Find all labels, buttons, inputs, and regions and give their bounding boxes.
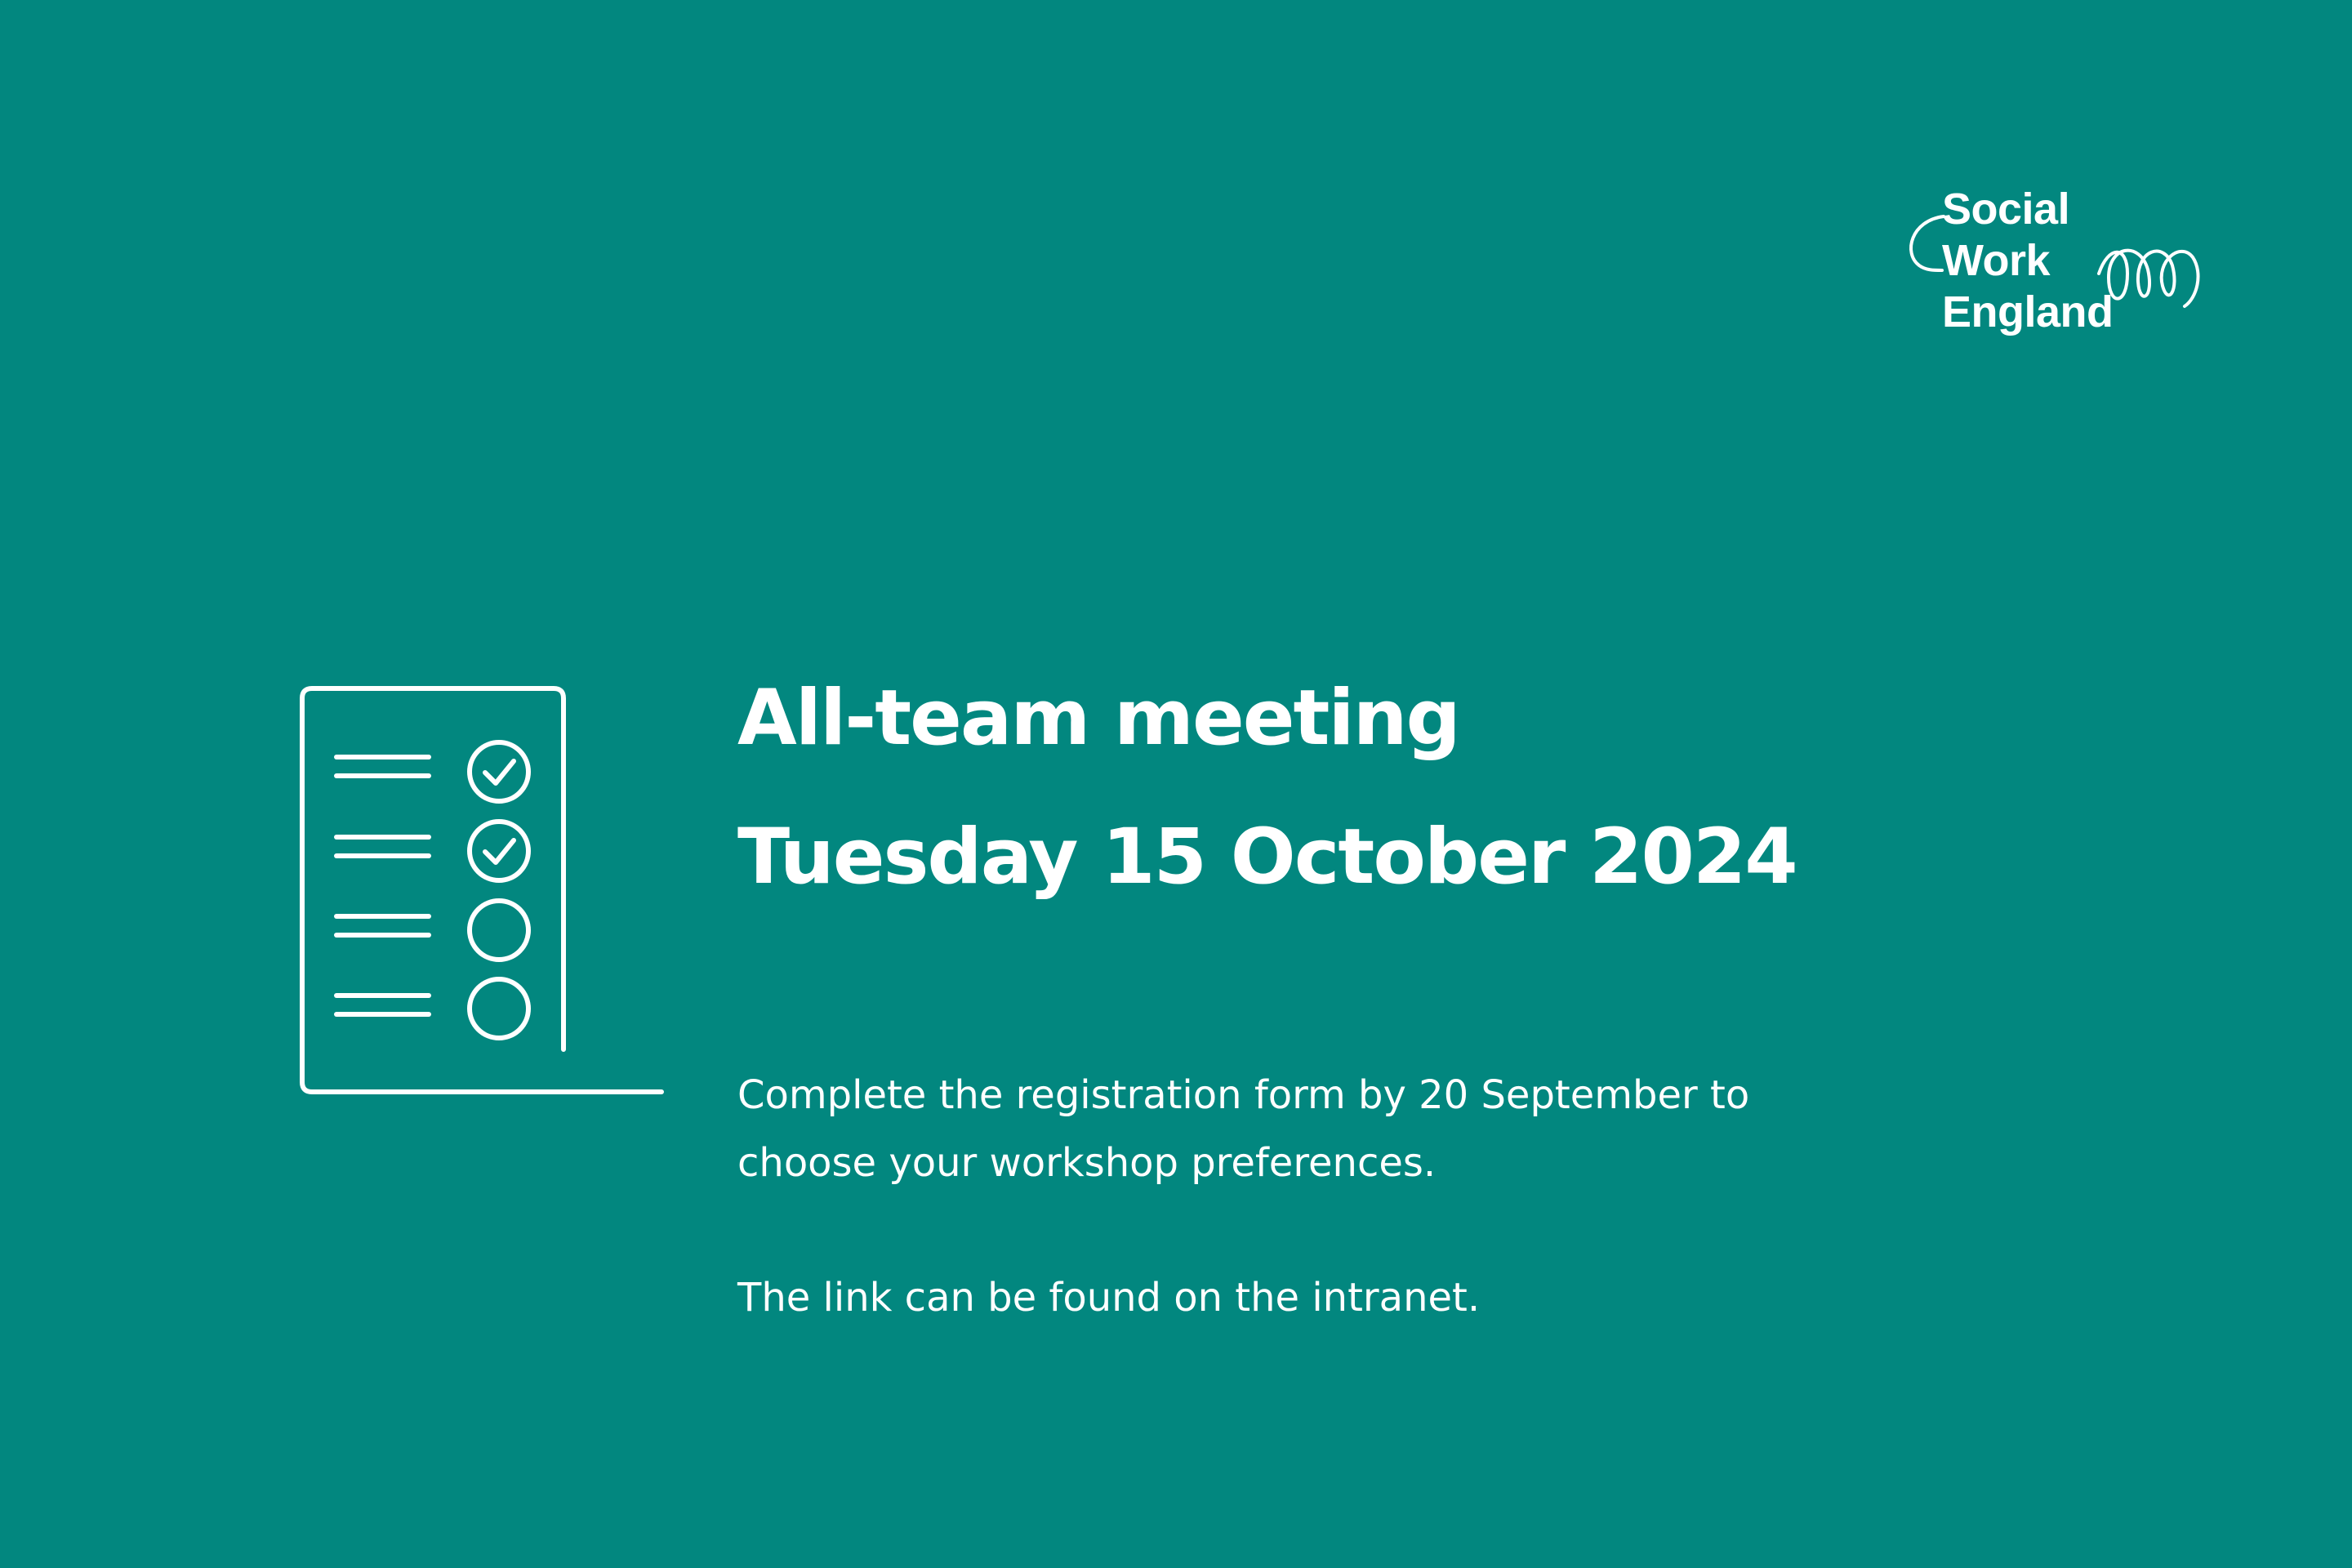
meeting-title: All-team meeting [737,674,1461,763]
slide: Social Work England All-team meeting Tue… [0,0,2352,1568]
logo-line-social: Social [1942,185,2070,234]
logo-line-england: England [1942,287,2114,336]
logo-line-work: Work [1942,236,2051,285]
body-text: Complete the registration form by 20 Sep… [737,1062,1962,1332]
checklist-document-icon [300,686,664,1094]
body-line-2: choose your workshop preferences. [737,1140,1437,1186]
body-line-1: Complete the registration form by 20 Sep… [737,1072,1750,1118]
body-line-3: The link can be found on the intranet. [737,1275,1481,1321]
logo-wordmark: Social Work England [1942,184,2114,338]
meeting-date: Tuesday 15 October 2024 [737,813,1798,902]
social-work-england-logo: Social Work England [1895,184,2205,355]
